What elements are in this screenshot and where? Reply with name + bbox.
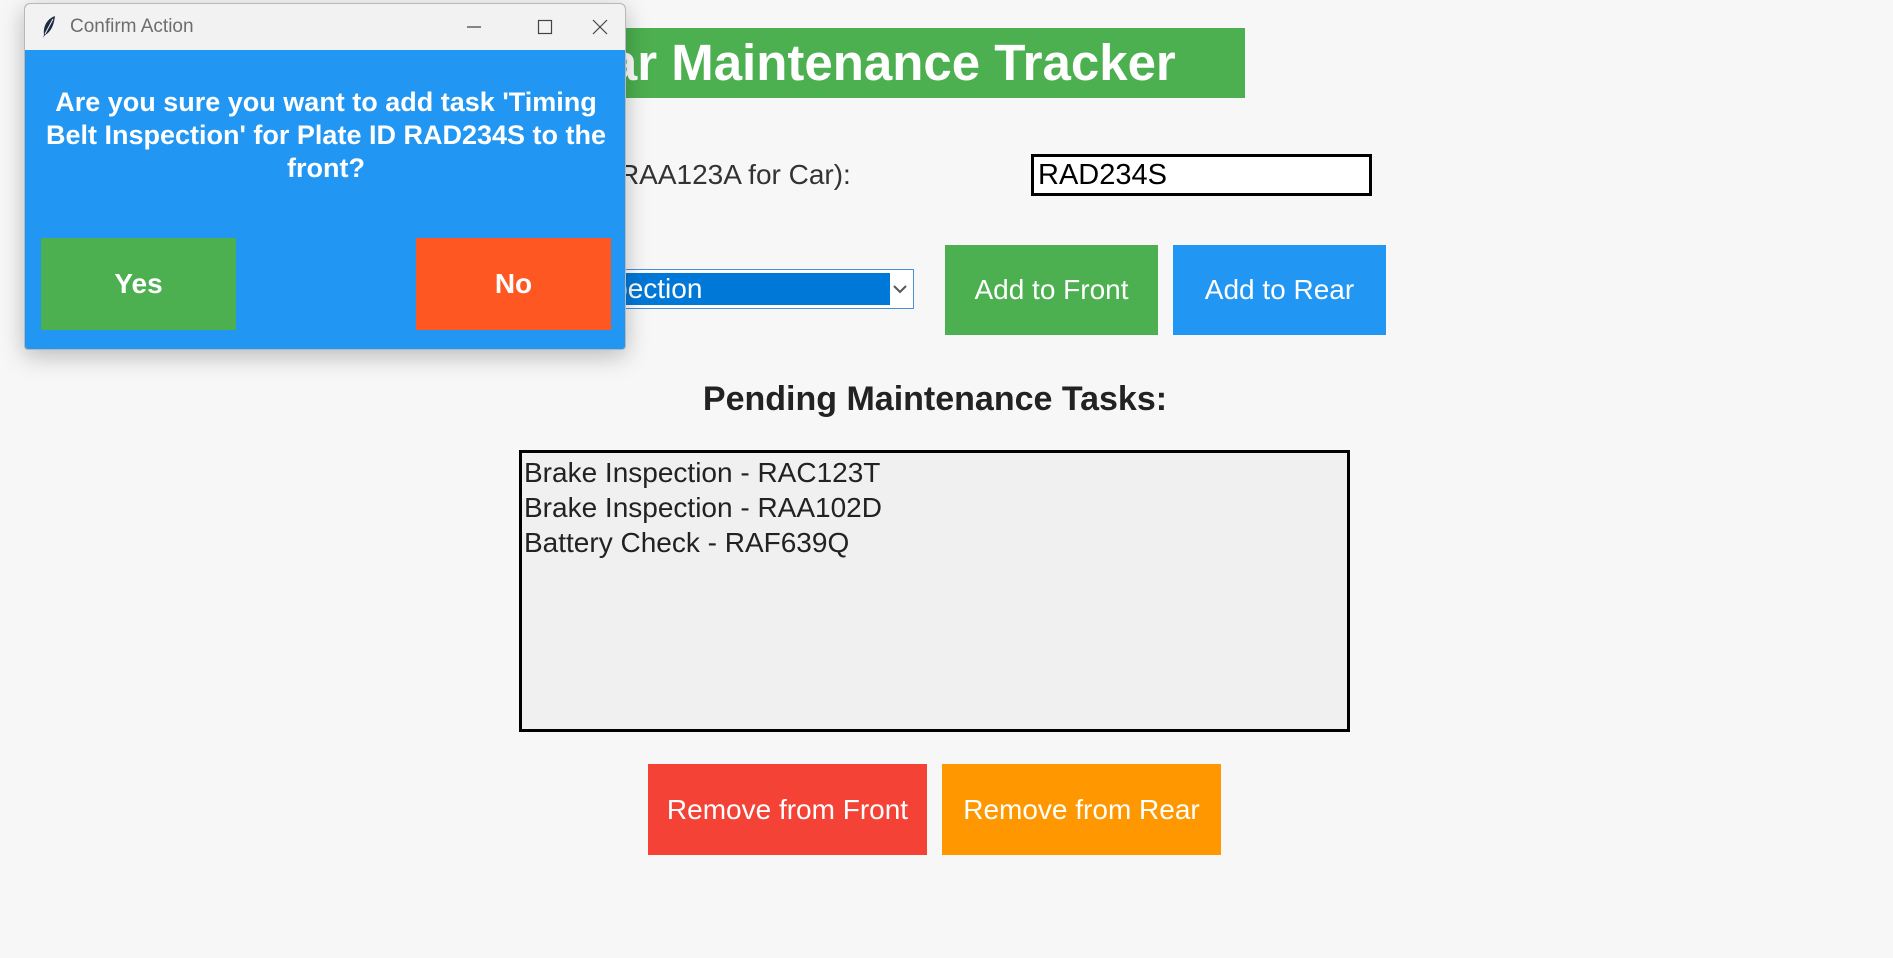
remove-from-rear-button[interactable]: Remove from Rear xyxy=(942,764,1221,855)
add-to-rear-button[interactable]: Add to Rear xyxy=(1173,245,1386,335)
app-title: Car Maintenance Tracker xyxy=(572,28,1245,98)
plate-id-input[interactable] xyxy=(1031,154,1372,196)
main-window: Car Maintenance Tracker Plate ID (e.g., … xyxy=(0,0,1893,958)
dialog-title: Confirm Action xyxy=(70,16,194,37)
list-item[interactable]: Brake Inspection - RAC123T xyxy=(524,455,1347,490)
dialog-titlebar[interactable]: Confirm Action xyxy=(25,4,625,50)
close-button[interactable] xyxy=(572,4,625,50)
minimize-icon xyxy=(467,26,481,28)
remove-from-front-button[interactable]: Remove from Front xyxy=(648,764,927,855)
maximize-button[interactable] xyxy=(517,4,573,50)
maximize-icon xyxy=(537,19,553,35)
list-item[interactable]: Brake Inspection - RAA102D xyxy=(524,490,1347,525)
add-to-front-button[interactable]: Add to Front xyxy=(945,245,1158,335)
minimize-button[interactable] xyxy=(446,4,502,50)
feather-icon xyxy=(43,16,55,38)
list-item[interactable]: Battery Check - RAF639Q xyxy=(524,525,1347,560)
close-icon xyxy=(592,19,608,35)
confirm-dialog: Confirm Action Are you sure you want to … xyxy=(24,3,626,350)
yes-button[interactable]: Yes xyxy=(41,238,236,330)
chevron-down-icon[interactable] xyxy=(891,278,909,300)
dialog-message: Are you sure you want to add task 'Timin… xyxy=(45,87,606,183)
pending-tasks-list[interactable]: Brake Inspection - RAC123T Brake Inspect… xyxy=(519,450,1350,732)
pending-tasks-heading: Pending Maintenance Tasks: xyxy=(702,380,1168,418)
no-button[interactable]: No xyxy=(416,238,611,330)
